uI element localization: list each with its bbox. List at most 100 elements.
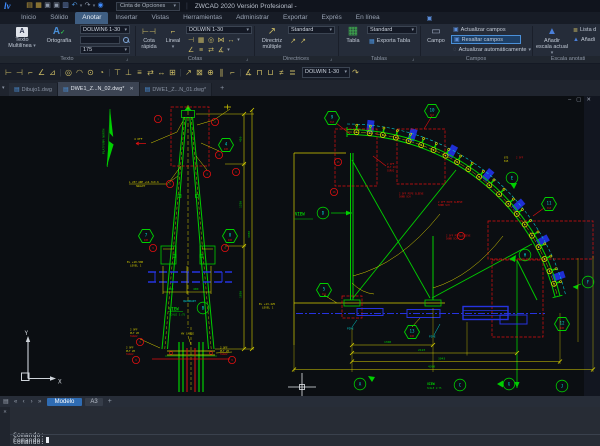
dimension-toolbar-icon[interactable]: ∡ [243,68,254,77]
mleader-button[interactable]: ↗ Directriz múltiple [258,25,286,50]
export-table-button[interactable]: ▦ Exporta Tabla [367,37,412,46]
dimension-toolbar-icon[interactable]: ≡ [134,68,145,77]
add-scales-button[interactable]: ▲ Añadi [571,35,597,44]
dim-tool-icon[interactable]: ↔ [226,36,236,45]
dim-tool-icon[interactable]: ▾ [226,46,231,55]
dimension-toolbar-icon[interactable]: ⊢ [3,68,14,77]
layout-tab-modelo[interactable]: Modelo [47,398,83,406]
quick-access-icon[interactable]: ▣ [43,0,52,12]
spell-check-button[interactable]: A✓ Ortografía [42,25,76,44]
linear-dim-button[interactable]: ⌐ Lineal ▾ [162,25,184,50]
ribbon-options-icon[interactable]: ▣ [427,15,433,22]
doc-tab-dwe1-02[interactable]: ▤ DWE1_Z...N_02.dwg* ✕ [58,82,140,96]
table-style-combo[interactable]: Standard ▾ [367,26,417,35]
quick-dim-button[interactable]: ⊢⊣ Cota rápida [137,25,161,50]
dim-tool-icon[interactable]: ⋈ [216,36,226,45]
auto-update-button[interactable]: ◌ Actualizar automáticamente ▾ [451,46,531,55]
field-button[interactable]: ▭ Campo [424,25,448,44]
dimension-toolbar-icon[interactable]: ◔ [96,68,107,77]
window-control-icon[interactable]: ▢ [576,97,581,103]
dim-tool-icon[interactable]: ▾ [236,36,241,45]
dialog-launcher-icon[interactable]: ⌟ [412,56,414,63]
plot-icon[interactable]: ▤ [3,398,9,405]
ribbon-tab-anotar[interactable]: Anotar [75,12,108,24]
dimension-toolbar-icon[interactable]: ◎ [63,68,74,77]
quick-access-icon[interactable]: ◉ [96,0,105,12]
table-button[interactable]: ▦ Tabla [341,25,365,44]
dimension-toolbar-icon[interactable]: ≠ [276,68,287,77]
dim-tool-icon[interactable]: ⇄ [206,46,216,55]
dimension-toolbar-icon[interactable]: ≣ [287,68,298,77]
quick-access-icon[interactable]: ↶ [70,0,79,12]
highlight-fields-button[interactable]: ▣ Resaltar campos [451,35,521,44]
command-input[interactable]: Comando: [13,436,49,444]
dim-tool-icon[interactable]: ≡ [196,46,206,55]
drawing-viewport[interactable]: PLATFORM NORTH4 OFFL 237 ARE +14.3x0.6SW… [0,96,600,396]
ribbon-tab-vistas[interactable]: Vistas [144,12,176,24]
dim-tool-icon[interactable]: ▦ [196,36,206,45]
new-drawing-icon[interactable]: + [220,85,224,92]
layout-nav-icon[interactable]: › [28,399,36,405]
dimension-toolbar-icon[interactable]: ⊠ [194,68,205,77]
dialog-launcher-icon[interactable]: ⌟ [126,56,128,63]
layout-tab-a3[interactable]: A3 [85,398,102,406]
ribbon-tab-herramientas[interactable]: Herramientas [176,12,229,24]
dimstyle-apply-icon[interactable]: ↷ [350,68,361,77]
text-style-combo[interactable]: DOLWIN6 1-30 ▾ [80,25,130,34]
dimension-toolbar-icon[interactable]: ◠ [74,68,85,77]
dimension-toolbar-icon[interactable]: ⊥ [123,68,134,77]
quick-access-icon[interactable]: ↷ [83,0,92,12]
dialog-launcher-icon[interactable]: ⌟ [246,56,248,63]
dim-tool-icon[interactable]: ∡ [216,46,226,55]
dim-tool-icon[interactable]: ∠ [186,46,196,55]
mtext-button[interactable]: A Texto Multilínea ▾ [4,25,40,49]
toolbar-dimstyle-combo[interactable]: DOLWIN 1-30 ▾ [302,67,350,78]
update-fields-button[interactable]: ▣ Actualizar campos [451,25,529,34]
text-height-combo[interactable]: 175 ▾ [80,46,130,55]
workspace-selector[interactable]: Cinta de Opciones ▾ [116,2,180,11]
ribbon-tab-exportar[interactable]: Exportar [276,12,315,24]
window-control-icon[interactable]: ✕ [586,97,591,103]
doc-tab-dibujo1[interactable]: ▤ Dibujo1.dwg [9,83,58,96]
dimension-toolbar-icon[interactable]: ∠ [36,68,47,77]
dimension-toolbar-icon[interactable]: ⊿ [47,68,58,77]
dimension-toolbar-icon[interactable]: ⊙ [85,68,96,77]
dimension-toolbar-icon[interactable]: ⊣ [14,68,25,77]
dialog-launcher-icon[interactable]: ⌟ [330,56,332,63]
mleader-tool-icon[interactable]: ↗ [288,37,298,46]
add-layout-icon[interactable]: + [108,398,112,405]
dimension-toolbar-icon[interactable]: ⇄ [145,68,156,77]
layout-nav-icon[interactable]: « [12,399,20,405]
quick-access-icon[interactable]: ▤ [25,0,34,12]
dimension-toolbar-icon[interactable]: ∥ [216,68,227,77]
text-search-input[interactable] [80,36,120,44]
add-current-scale-button[interactable]: ▲ Añadir escala actual ▾ [535,25,569,56]
ribbon-tab-enlinea[interactable]: En línea [349,12,387,24]
dimension-toolbar-icon[interactable]: ↗ [183,68,194,77]
ribbon-tab-insertar[interactable]: Insertar [108,12,144,24]
scale-list-button[interactable]: ≣ Lista d [571,26,598,35]
dimension-toolbar-icon[interactable]: ⌐ [25,68,36,77]
layout-nav-icon[interactable]: » [36,399,44,405]
dim-style-combo[interactable]: DOLWIN 1-30 ▾ [186,26,252,35]
ribbon-tab-inicio[interactable]: Inicio [14,12,43,24]
doc-tab-menu-icon[interactable]: ▾ [2,85,9,91]
ribbon-tab-expres[interactable]: Exprés [315,12,349,24]
dimension-toolbar-icon[interactable]: ⊞ [167,68,178,77]
quick-access-icon[interactable]: ▥ [61,0,70,12]
close-icon[interactable]: ✕ [129,86,133,92]
layout-nav-icon[interactable]: ‹ [20,399,28,405]
mleader-style-combo[interactable]: Standard ▾ [288,26,335,35]
dimension-toolbar-icon[interactable]: ⊕ [205,68,216,77]
mleader-tool-icon[interactable]: ↗ [298,37,308,46]
dimension-toolbar-icon[interactable]: ⊔ [265,68,276,77]
quick-access-icon[interactable]: ▦ [34,0,43,12]
dimension-toolbar-icon[interactable]: ⊓ [254,68,265,77]
quick-access-icon[interactable]: ▣ [52,0,61,12]
dimension-toolbar-icon[interactable]: ⊤ [112,68,123,77]
dimension-toolbar-icon[interactable]: ⌐ [227,68,238,77]
doc-tab-dwe1-01[interactable]: ▤ DWE1_Z...N_01.dwg* [140,83,212,96]
dimension-toolbar-icon[interactable]: ↔ [156,68,167,77]
ribbon-tab-administrar[interactable]: Administrar [229,12,276,24]
search-icon[interactable] [123,37,129,43]
